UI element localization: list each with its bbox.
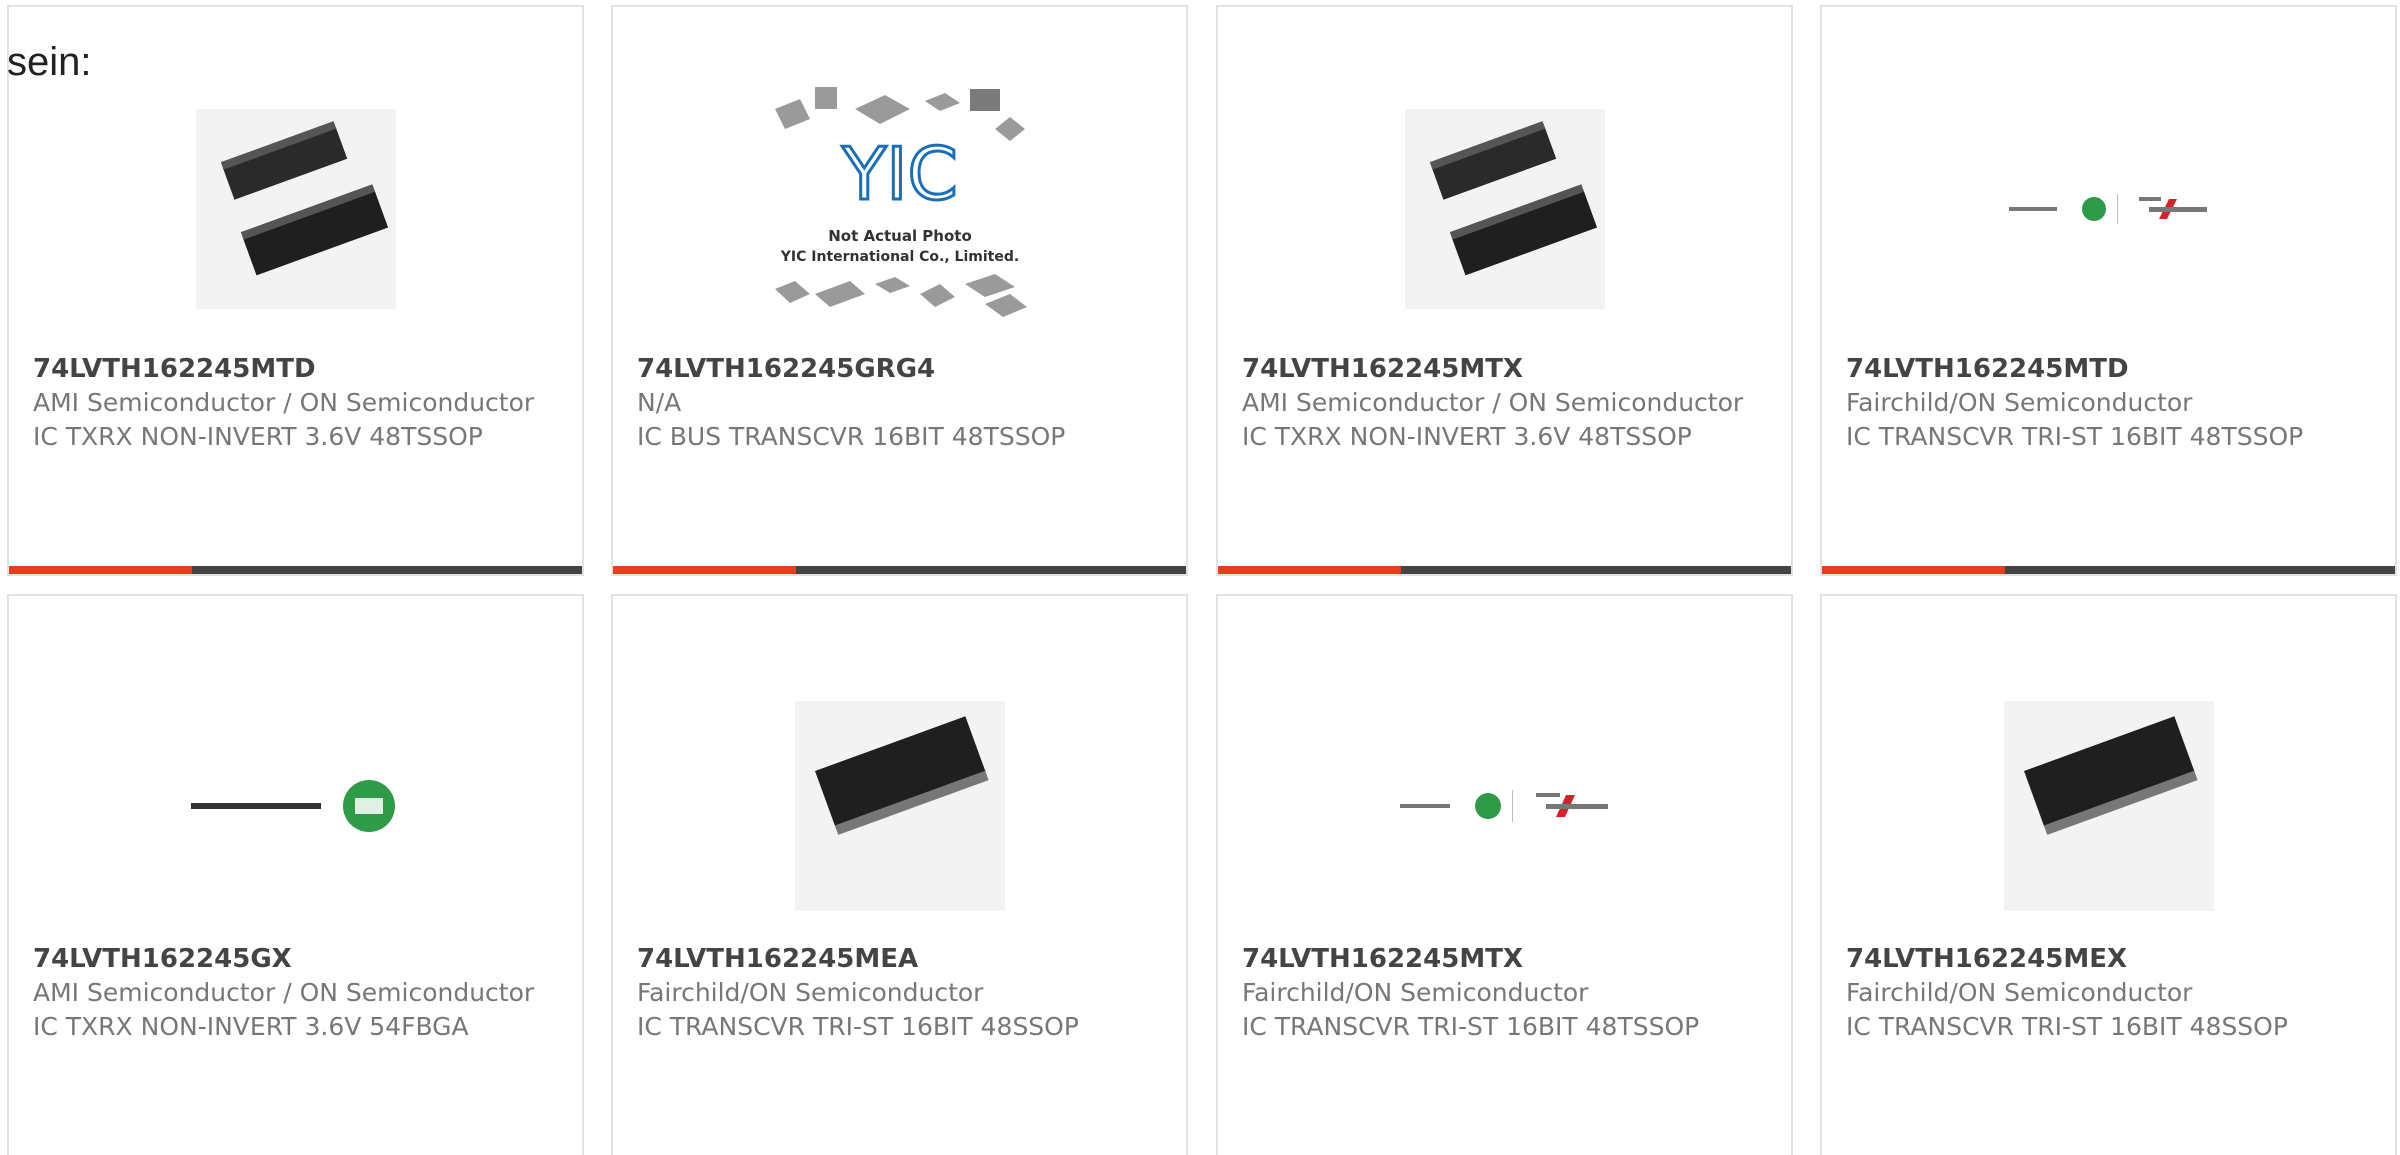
manufacturer: Fairchild/ON Semiconductor xyxy=(1242,978,1589,1007)
product-card[interactable]: 74LVTH162245MTD Fairchild/ON Semiconduct… xyxy=(1820,5,2397,576)
product-card[interactable]: 74LVTH162245MTX AMI Semiconductor / ON S… xyxy=(1216,5,1793,576)
manufacturer: AMI Semiconductor / ON Semiconductor xyxy=(33,978,535,1007)
product-card[interactable]: 74LVTH162245GX AMI Semiconductor / ON Se… xyxy=(7,594,584,1155)
on-fairchild-logo-image[interactable] xyxy=(1218,666,1791,946)
ssop-chip-image[interactable] xyxy=(1822,666,2395,946)
description: IC TXRX NON-INVERT 3.6V 48TSSOP xyxy=(33,422,483,451)
part-number-link[interactable]: 74LVTH162245MEA xyxy=(637,942,1166,976)
product-info: 74LVTH162245MTD Fairchild/ON Semiconduct… xyxy=(1846,352,2375,454)
intro-text: sein: xyxy=(7,40,92,84)
placeholder-caption-line2: YIC International Co., Limited. xyxy=(779,249,1018,265)
manufacturer: N/A xyxy=(637,388,682,417)
description: IC TRANSCVR TRI-ST 16BIT 48TSSOP xyxy=(1846,422,2304,451)
product-info: 74LVTH162245MEX Fairchild/ON Semiconduct… xyxy=(1846,942,2375,1044)
part-number-link[interactable]: 74LVTH162245MTD xyxy=(1846,352,2375,386)
part-number-link[interactable]: 74LVTH162245GRG4 xyxy=(637,352,1166,386)
card-bar xyxy=(1822,566,2395,574)
card-bar-accent xyxy=(1822,566,2005,574)
part-number-link[interactable]: 74LVTH162245MTX xyxy=(1242,352,1771,386)
card-bar-accent xyxy=(613,566,796,574)
manufacturer: Fairchild/ON Semiconductor xyxy=(637,978,984,1007)
product-card[interactable]: 74LVTH162245MEX Fairchild/ON Semiconduct… xyxy=(1820,594,2397,1155)
product-grid-page: sein: 74LVTH162245MTD AMI Semiconductor … xyxy=(0,0,2400,1155)
two-tssop-chips-image[interactable] xyxy=(9,69,582,349)
placeholder-caption-line1: Not Actual Photo xyxy=(828,227,972,245)
product-card[interactable]: YIC Not Actual Photo YIC International C… xyxy=(611,5,1188,576)
card-bar xyxy=(9,566,582,574)
description: IC TRANSCVR TRI-ST 16BIT 48SSOP xyxy=(637,1012,1079,1041)
product-info: 74LVTH162245MTX AMI Semiconductor / ON S… xyxy=(1242,352,1771,454)
yic-logo-text: YIC xyxy=(841,132,958,216)
on-fairchild-logo-image[interactable] xyxy=(1822,69,2395,349)
description: IC TXRX NON-INVERT 3.6V 48TSSOP xyxy=(1242,422,1692,451)
product-card[interactable]: 74LVTH162245MTD AMI Semiconductor / ON S… xyxy=(7,5,584,576)
card-bar xyxy=(1218,566,1791,574)
manufacturer: Fairchild/ON Semiconductor xyxy=(1846,978,2193,1007)
on-semiconductor-logo-image[interactable] xyxy=(9,666,582,946)
two-tssop-chips-image[interactable] xyxy=(1218,69,1791,349)
product-info: 74LVTH162245MTD AMI Semiconductor / ON S… xyxy=(33,352,562,454)
product-card[interactable]: 74LVTH162245MTX Fairchild/ON Semiconduct… xyxy=(1216,594,1793,1155)
ssop-chip-image[interactable] xyxy=(613,666,1186,946)
description: IC TRANSCVR TRI-ST 16BIT 48SSOP xyxy=(1846,1012,2288,1041)
manufacturer: Fairchild/ON Semiconductor xyxy=(1846,388,2193,417)
card-bar xyxy=(613,566,1186,574)
product-card[interactable]: 74LVTH162245MEA Fairchild/ON Semiconduct… xyxy=(611,594,1188,1155)
part-number-link[interactable]: 74LVTH162245MTD xyxy=(33,352,562,386)
product-info: 74LVTH162245MEA Fairchild/ON Semiconduct… xyxy=(637,942,1166,1044)
part-number-link[interactable]: 74LVTH162245GX xyxy=(33,942,562,976)
card-bar-accent xyxy=(1218,566,1401,574)
card-bar-accent xyxy=(9,566,192,574)
part-number-link[interactable]: 74LVTH162245MEX xyxy=(1846,942,2375,976)
product-info: 74LVTH162245MTX Fairchild/ON Semiconduct… xyxy=(1242,942,1771,1044)
manufacturer: AMI Semiconductor / ON Semiconductor xyxy=(33,388,535,417)
description: IC TRANSCVR TRI-ST 16BIT 48TSSOP xyxy=(1242,1012,1700,1041)
description: IC BUS TRANSCVR 16BIT 48TSSOP xyxy=(637,422,1066,451)
manufacturer: AMI Semiconductor / ON Semiconductor xyxy=(1242,388,1744,417)
part-number-link[interactable]: 74LVTH162245MTX xyxy=(1242,942,1771,976)
product-info: 74LVTH162245GRG4 N/A IC BUS TRANSCVR 16B… xyxy=(637,352,1166,454)
product-info: 74LVTH162245GX AMI Semiconductor / ON Se… xyxy=(33,942,562,1044)
description: IC TXRX NON-INVERT 3.6V 54FBGA xyxy=(33,1012,469,1041)
yic-placeholder-image[interactable]: YIC Not Actual Photo YIC International C… xyxy=(613,69,1186,349)
